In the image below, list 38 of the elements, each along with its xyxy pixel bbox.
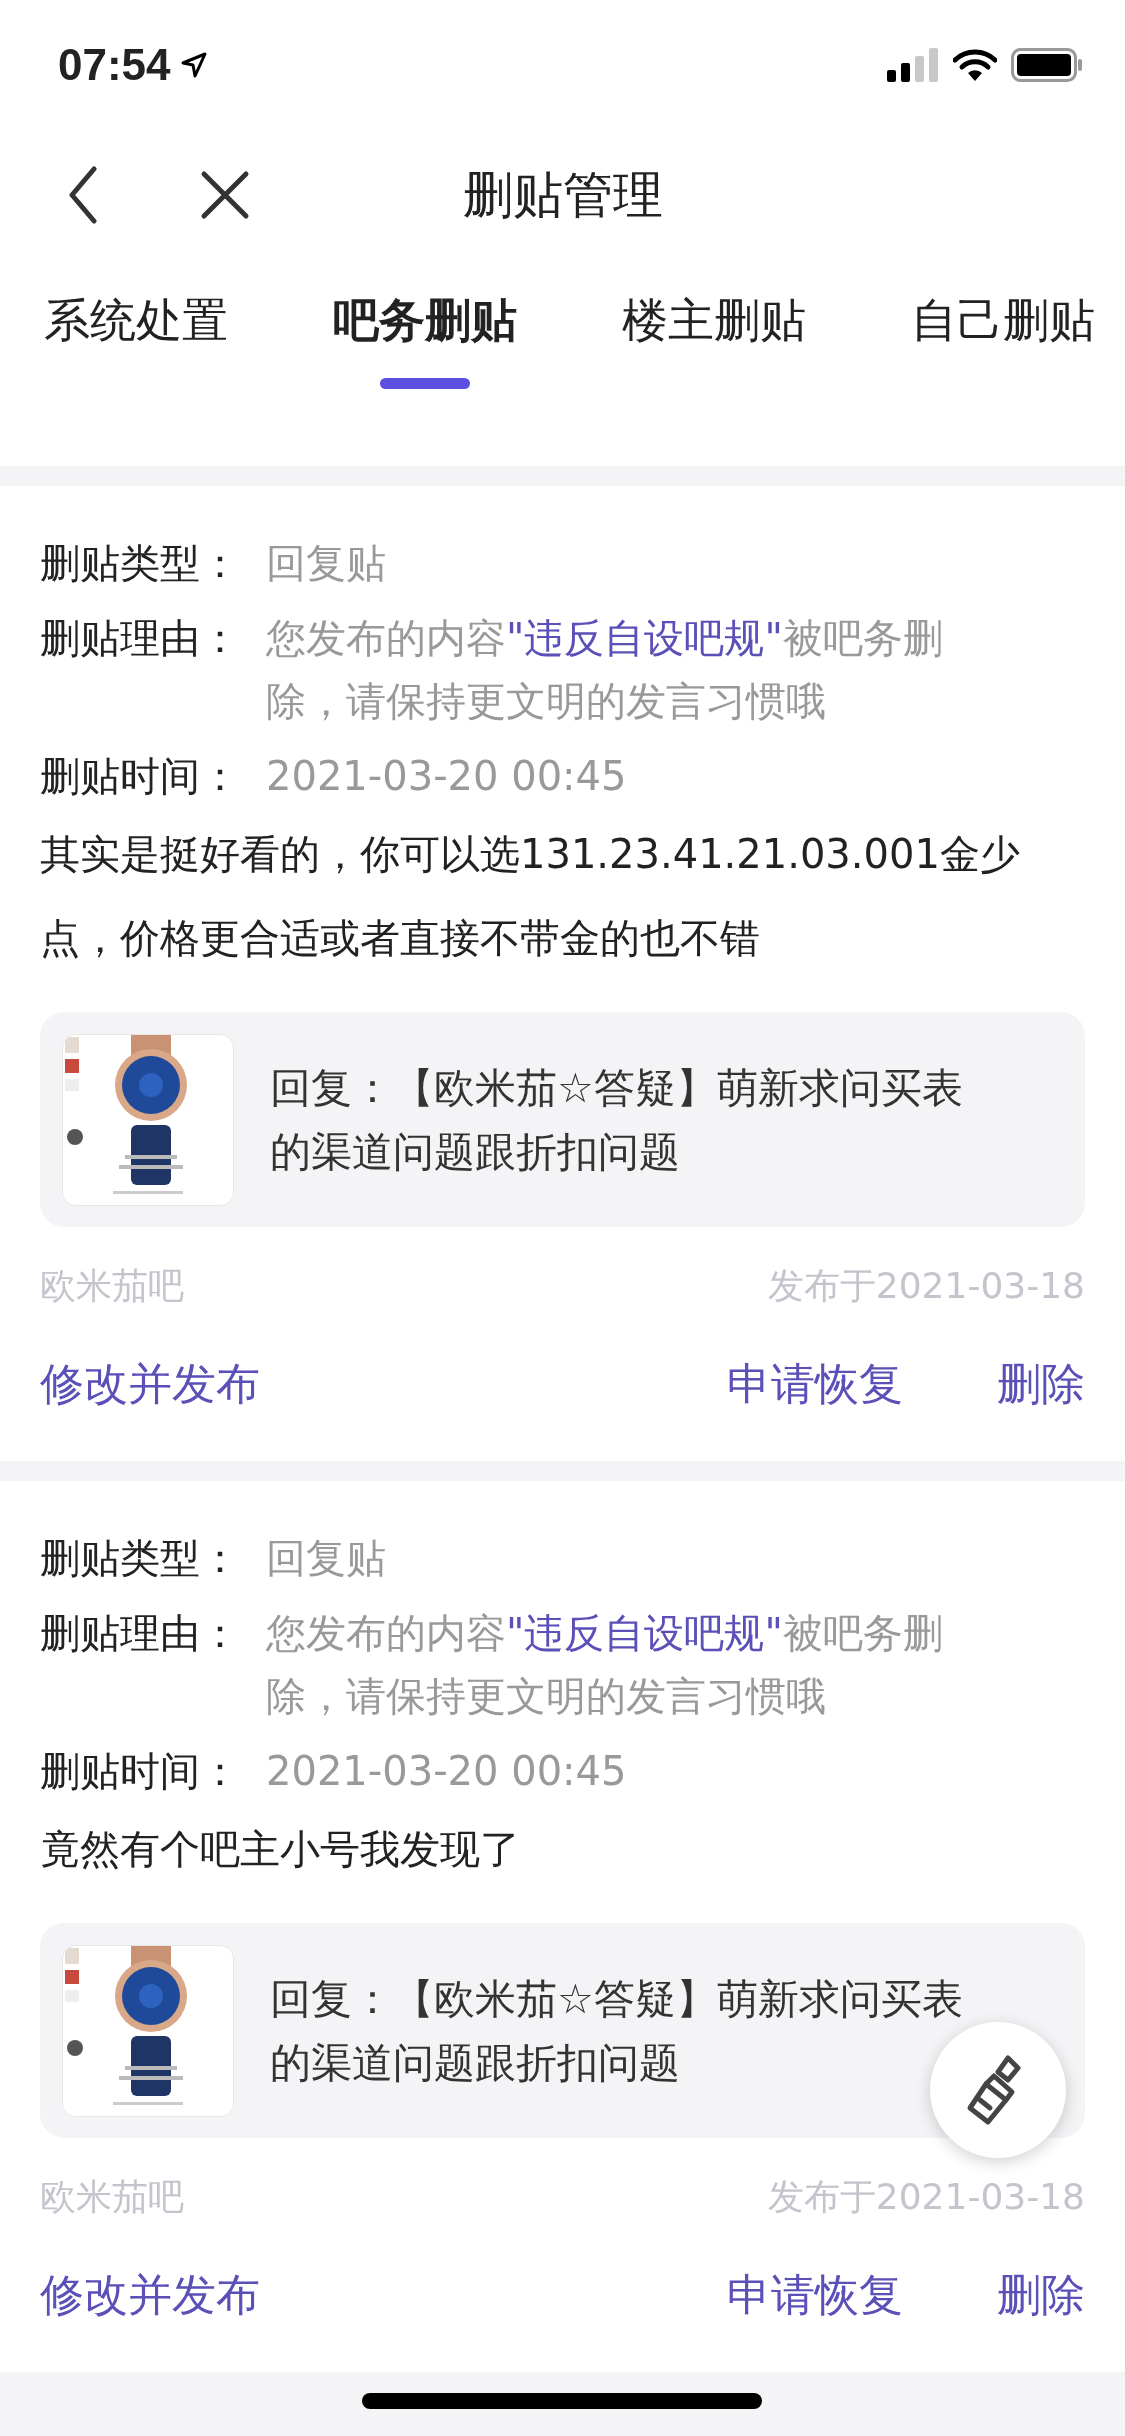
publish-date: 发布于2021-03-18 [767, 2175, 1085, 2219]
quoted-thread-card[interactable]: 回复：【欧米茄☆答疑】萌新求问买表的渠道问题跟折扣问题 [40, 1923, 1085, 2138]
wifi-icon [953, 48, 997, 82]
signal-icon [887, 48, 939, 82]
field-label: 删贴类型： [40, 539, 241, 588]
quoted-thread-title: 回复：【欧米茄☆答疑】萌新求问买表的渠道问题跟折扣问题 [270, 1062, 964, 1178]
back-icon[interactable] [68, 166, 98, 224]
status-time: 07:54 [58, 40, 171, 90]
post-content: 竟然有个吧主小号我发现了 [40, 1825, 521, 1874]
action-link[interactable]: 申请恢复 [727, 2266, 903, 2325]
field-label: 删贴类型： [40, 1534, 241, 1583]
tab[interactable]: 自己删贴 [911, 260, 1095, 400]
field-label: 删贴时间： [40, 1747, 241, 1796]
delete-type: 回复贴 [266, 539, 386, 588]
tab[interactable]: 楼主删贴 [622, 260, 806, 400]
delete-reason: 您发布的内容"违反自设吧规"被吧务删除，请保持更文明的发言习惯哦 [266, 614, 944, 726]
field-label: 删贴理由： [40, 614, 241, 663]
battery-icon [1011, 48, 1083, 82]
delete-reason: 您发布的内容"违反自设吧规"被吧务删除，请保持更文明的发言习惯哦 [266, 1609, 944, 1721]
quoted-thread-title: 回复：【欧米茄☆答疑】萌新求问买表的渠道问题跟折扣问题 [270, 1973, 964, 2089]
publish-date: 发布于2021-03-18 [767, 1264, 1085, 1308]
field-label: 删贴时间： [40, 752, 241, 801]
quoted-thread-card[interactable]: 回复：【欧米茄☆答疑】萌新求问买表的渠道问题跟折扣问题 [40, 1012, 1085, 1227]
tab[interactable]: 吧务删贴 [333, 260, 517, 400]
action-link[interactable]: 删除 [997, 2266, 1085, 2325]
delete-type: 回复贴 [266, 1534, 386, 1583]
tab[interactable]: 系统处置 [44, 260, 228, 400]
action-link[interactable]: 删除 [997, 1355, 1085, 1414]
location-arrow-icon [180, 52, 207, 78]
post-content: 其实是挺好看的，你可以选131.23.41.21.03.001金少点，价格更合适或者直接不带金的也不错 [40, 830, 1021, 963]
action-link[interactable]: 申请恢复 [727, 1355, 903, 1414]
field-label: 删贴理由： [40, 1609, 241, 1658]
action-link[interactable]: 修改并发布 [40, 1355, 260, 1414]
page-title: 删贴管理 [462, 164, 663, 226]
action-link[interactable]: 修改并发布 [40, 2266, 260, 2325]
close-icon[interactable] [200, 170, 250, 220]
delete-time: 2021-03-20 00:45 [266, 752, 627, 801]
delete-time: 2021-03-20 00:45 [266, 1747, 627, 1796]
